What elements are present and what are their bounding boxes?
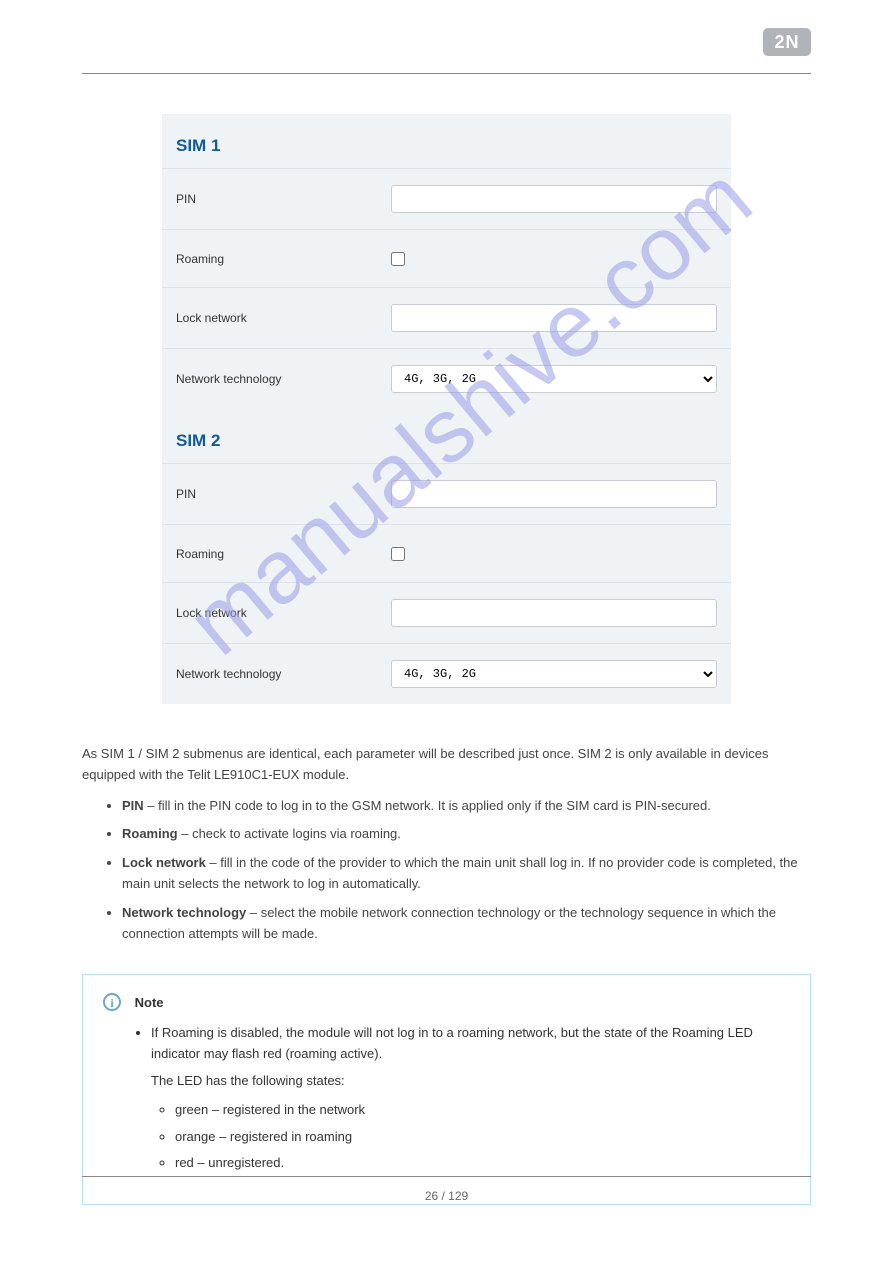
sim1-lock-input[interactable] [391,304,717,332]
sim1-roaming-checkbox[interactable] [391,252,405,266]
sim2-pin-label: PIN [176,487,391,501]
note-sub-lead: The LED has the following states: [151,1071,790,1092]
page-header: 2N [82,0,811,74]
list-item-text: – fill in the code of the provider to wh… [122,855,798,891]
sim1-title: SIM 1 [162,114,731,168]
sim2-tech-select[interactable]: 4G, 3G, 2G [391,660,717,688]
sim1-tech-select[interactable]: 4G, 3G, 2G [391,365,717,393]
note-sub-item: red – unregistered. [175,1153,790,1174]
sim1-lock-row: Lock network [162,287,731,348]
page-content: SIM 1 PIN Roaming Lock network Network t… [0,114,893,1205]
sim2-roaming-checkbox[interactable] [391,547,405,561]
sim2-title: SIM 2 [162,409,731,463]
note-head: i Note [103,993,790,1011]
list-item-text: – check to activate logins via roaming. [178,826,401,841]
list-item-label: Lock network [122,855,206,870]
intro-paragraph: As SIM 1 / SIM 2 submenus are identical,… [82,744,811,786]
note-box: i Note If Roaming is disabled, the modul… [82,974,811,1205]
list-item-label: Network technology [122,905,246,920]
sim2-tech-label: Network technology [176,667,391,681]
list-item-label: Roaming [122,826,178,841]
note-sub-item: orange – registered in roaming [175,1127,790,1148]
info-icon: i [103,993,121,1011]
sim2-pin-row: PIN [162,463,731,524]
list-item: PIN – fill in the PIN code to log in to … [122,796,811,817]
sim2-lock-input[interactable] [391,599,717,627]
sim1-roaming-label: Roaming [176,252,391,266]
note-title: Note [135,995,164,1010]
sim1-roaming-row: Roaming [162,229,731,287]
sim1-pin-row: PIN [162,168,731,229]
list-item: Roaming – check to activate logins via r… [122,824,811,845]
sim2-pin-input[interactable] [391,480,717,508]
list-item: Network technology – select the mobile n… [122,903,811,945]
description-body: As SIM 1 / SIM 2 submenus are identical,… [82,744,811,944]
sim2-lock-label: Lock network [176,606,391,620]
list-item-label: PIN [122,798,144,813]
sim1-pin-label: PIN [176,192,391,206]
list-item-text: – fill in the PIN code to log in to the … [144,798,711,813]
list-item: Lock network – fill in the code of the p… [122,853,811,895]
sim2-lock-row: Lock network [162,582,731,643]
sim2-roaming-label: Roaming [176,547,391,561]
note-body: If Roaming is disabled, the module will … [127,1023,790,1174]
note-sub-item: green – registered in the network [175,1100,790,1121]
sim1-tech-label: Network technology [176,372,391,386]
description-list: PIN – fill in the PIN code to log in to … [82,796,811,945]
brand-logo: 2N [763,28,811,56]
sim1-lock-label: Lock network [176,311,391,325]
sim1-pin-input[interactable] [391,185,717,213]
note-lead-text: If Roaming is disabled, the module will … [151,1025,753,1061]
sim2-tech-row: Network technology 4G, 3G, 2G [162,643,731,704]
page-footer: 26 / 129 [82,1176,811,1203]
note-lead-item: If Roaming is disabled, the module will … [151,1023,790,1174]
sim1-tech-row: Network technology 4G, 3G, 2G [162,348,731,409]
form-panel: SIM 1 PIN Roaming Lock network Network t… [162,114,731,704]
sim2-roaming-row: Roaming [162,524,731,582]
